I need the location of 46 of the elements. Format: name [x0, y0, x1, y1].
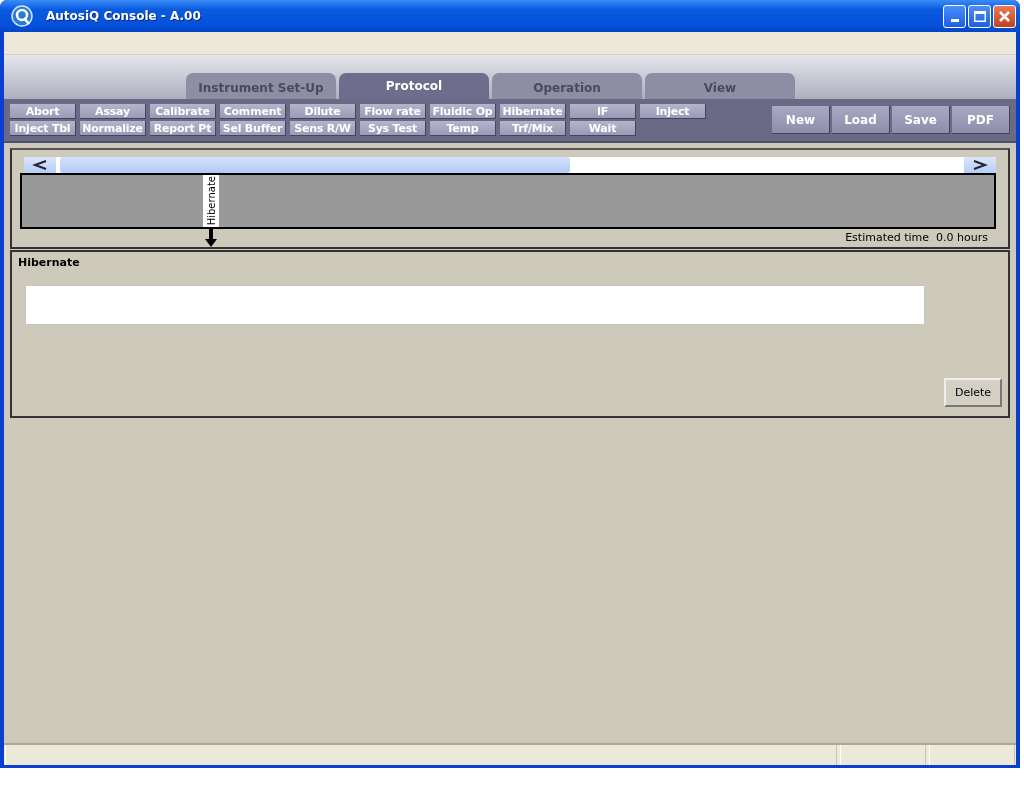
scroll-thumb[interactable] — [60, 157, 570, 173]
command-button[interactable]: Sys Test — [360, 121, 426, 136]
command-button[interactable]: Fluidic Op — [430, 104, 496, 119]
command-button[interactable]: Wait — [570, 121, 636, 136]
command-button[interactable]: Sens R/W — [290, 121, 356, 136]
command-button[interactable]: Abort — [10, 104, 76, 119]
tab[interactable]: Instrument Set-Up — [186, 73, 336, 99]
command-button[interactable]: Hibernate — [500, 104, 566, 119]
maximize-button[interactable] — [968, 4, 991, 28]
command-button[interactable]: Assay — [80, 104, 146, 119]
command-button[interactable]: Report Pt — [150, 121, 216, 136]
command-button[interactable]: Inject — [640, 104, 706, 119]
command-button[interactable]: Temp — [430, 121, 496, 136]
delete-button[interactable]: Delete — [944, 378, 1002, 407]
tab[interactable]: Protocol — [339, 73, 489, 99]
command-button[interactable]: Inject Tbl — [10, 121, 76, 136]
close-icon — [999, 10, 1010, 22]
toolbar-button[interactable]: New — [772, 106, 830, 134]
step-title: Hibernate — [18, 256, 81, 269]
command-button[interactable]: Calibrate — [150, 104, 216, 119]
command-button[interactable]: Comment — [220, 104, 286, 119]
command-button[interactable]: Normalize — [80, 121, 146, 136]
command-button[interactable]: Flow rate — [360, 104, 426, 119]
input-field[interactable] — [25, 285, 925, 325]
toolbar-button[interactable]: PDF — [952, 106, 1010, 134]
chevron-right-icon — [972, 160, 988, 170]
timeline-step[interactable]: Hibernate — [203, 175, 219, 227]
command-button[interactable]: IF — [570, 104, 636, 119]
window-title: AutosiQ Console - A.00 — [46, 9, 202, 23]
app-logo-icon — [11, 5, 33, 27]
command-button[interactable]: Trf/Mix — [500, 121, 566, 136]
scroll-right-button[interactable] — [964, 157, 996, 173]
minimize-button[interactable] — [943, 4, 966, 28]
estimated-time-text: Estimated time 0.0 hours — [845, 231, 988, 244]
close-button[interactable] — [993, 4, 1016, 28]
toolbar-button[interactable]: Load — [832, 106, 890, 134]
tab[interactable]: Operation — [492, 73, 642, 99]
command-button[interactable]: Sel Buffer — [220, 121, 286, 136]
scroll-left-button[interactable] — [24, 157, 56, 173]
maximize-icon — [973, 10, 986, 22]
tab[interactable]: View — [645, 73, 795, 99]
scrollbar[interactable] — [24, 157, 996, 173]
command-button[interactable]: Dilute — [290, 104, 356, 119]
chevron-left-icon — [32, 160, 48, 170]
minimize-icon — [950, 19, 959, 22]
toolbar-button[interactable]: Save — [892, 106, 950, 134]
